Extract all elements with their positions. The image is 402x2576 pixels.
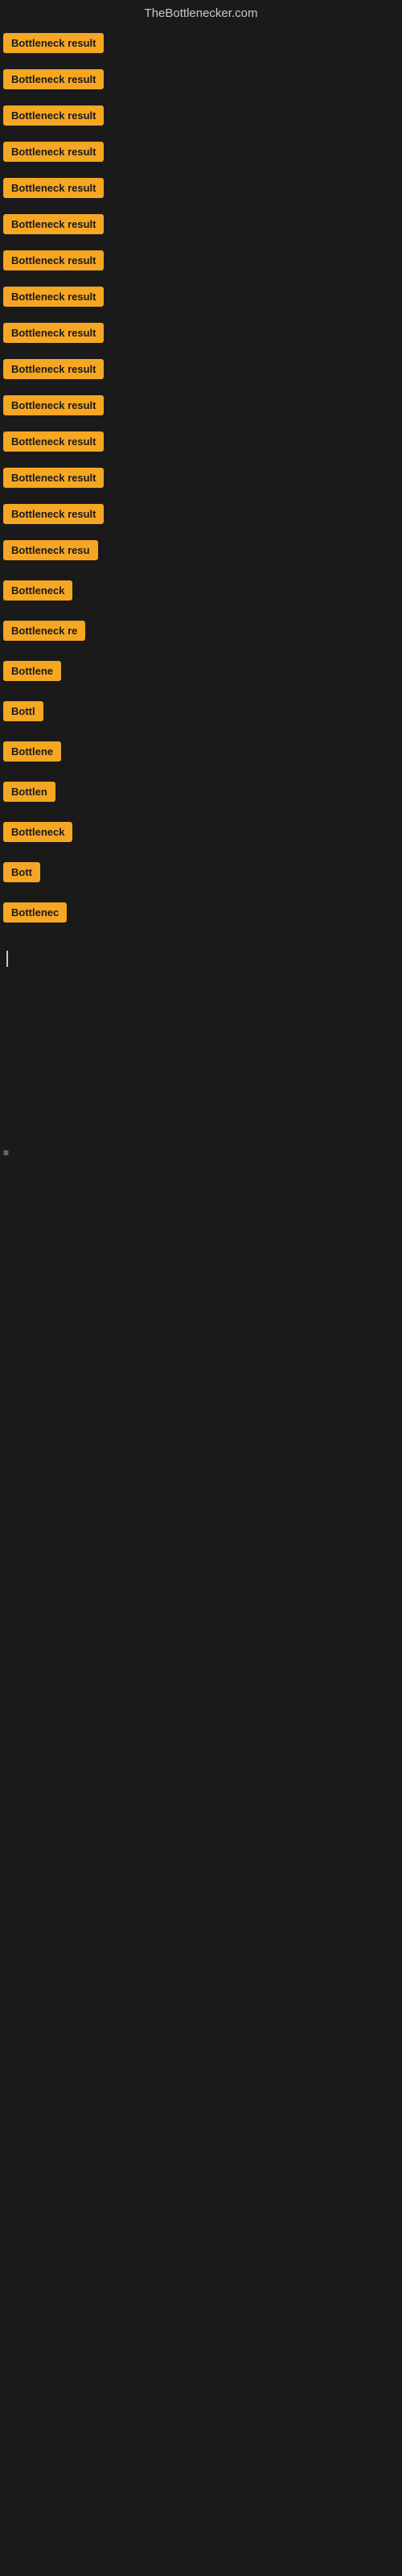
list-item: Bottleneck result	[3, 431, 402, 452]
bottleneck-badge[interactable]: Bottleneck re	[3, 621, 85, 641]
cursor-line	[6, 951, 8, 967]
list-item: Bottleneck result	[3, 323, 402, 343]
site-title: TheBottlenecker.com	[145, 6, 258, 20]
list-item: Bottleneck result	[3, 504, 402, 524]
bottleneck-badge[interactable]: Bottleneck	[3, 580, 72, 601]
list-item: Bottl	[3, 701, 402, 725]
small-indicator: ≡	[3, 1147, 402, 1158]
list-item: Bottleneck result	[3, 214, 402, 234]
bottleneck-badge[interactable]: Bottleneck result	[3, 69, 104, 89]
list-item: Bottleneck result	[3, 287, 402, 307]
bottleneck-badge[interactable]: Bottleneck result	[3, 468, 104, 488]
bottleneck-badge[interactable]: Bottleneck resu	[3, 540, 98, 560]
bottleneck-badge[interactable]: Bottl	[3, 701, 43, 721]
list-item: Bottleneck re	[3, 621, 402, 645]
cursor-area	[3, 951, 402, 967]
bottleneck-badge[interactable]: Bottleneck result	[3, 287, 104, 307]
bottleneck-badge[interactable]: Bottlene	[3, 661, 61, 681]
list-item: Bottleneck result	[3, 395, 402, 415]
list-item: Bottlene	[3, 661, 402, 685]
list-item: Bottleneck	[3, 822, 402, 846]
list-item: Bottleneck result	[3, 33, 402, 53]
list-item: Bottleneck result	[3, 468, 402, 488]
bottleneck-badge[interactable]: Bottleneck result	[3, 504, 104, 524]
bottleneck-badge[interactable]: Bottleneck result	[3, 431, 104, 452]
bottleneck-badge[interactable]: Bottleneck result	[3, 142, 104, 162]
site-header: TheBottlenecker.com	[0, 0, 402, 30]
list-item: Bottlene	[3, 741, 402, 766]
bottleneck-badge[interactable]: Bottleneck result	[3, 214, 104, 234]
list-item: Bottlenec	[3, 902, 402, 927]
list-item: Bottleneck result	[3, 250, 402, 270]
bottleneck-badge[interactable]: Bott	[3, 862, 40, 882]
bottleneck-badge[interactable]: Bottlenec	[3, 902, 67, 923]
bottleneck-badge[interactable]: Bottleneck result	[3, 359, 104, 379]
items-container: Bottleneck result Bottleneck result Bottle…	[0, 30, 402, 943]
list-item: Bottleneck result	[3, 178, 402, 198]
list-item: Bottlen	[3, 782, 402, 806]
bottleneck-badge[interactable]: Bottleneck	[3, 822, 72, 842]
bottleneck-badge[interactable]: Bottleneck result	[3, 395, 104, 415]
list-item: Bottleneck result	[3, 69, 402, 89]
list-item: Bottleneck result	[3, 105, 402, 126]
bottleneck-badge[interactable]: Bottleneck result	[3, 323, 104, 343]
list-item: Bott	[3, 862, 402, 886]
bottleneck-badge[interactable]: Bottleneck result	[3, 105, 104, 126]
list-item: Bottleneck	[3, 580, 402, 605]
list-item: Bottleneck result	[3, 359, 402, 379]
bottleneck-badge[interactable]: Bottleneck result	[3, 33, 104, 53]
list-item: Bottleneck result	[3, 142, 402, 162]
bottleneck-badge[interactable]: Bottlene	[3, 741, 61, 762]
list-item: Bottleneck resu	[3, 540, 402, 564]
bottleneck-badge[interactable]: Bottlen	[3, 782, 55, 802]
bottleneck-badge[interactable]: Bottleneck result	[3, 178, 104, 198]
bottleneck-badge[interactable]: Bottleneck result	[3, 250, 104, 270]
